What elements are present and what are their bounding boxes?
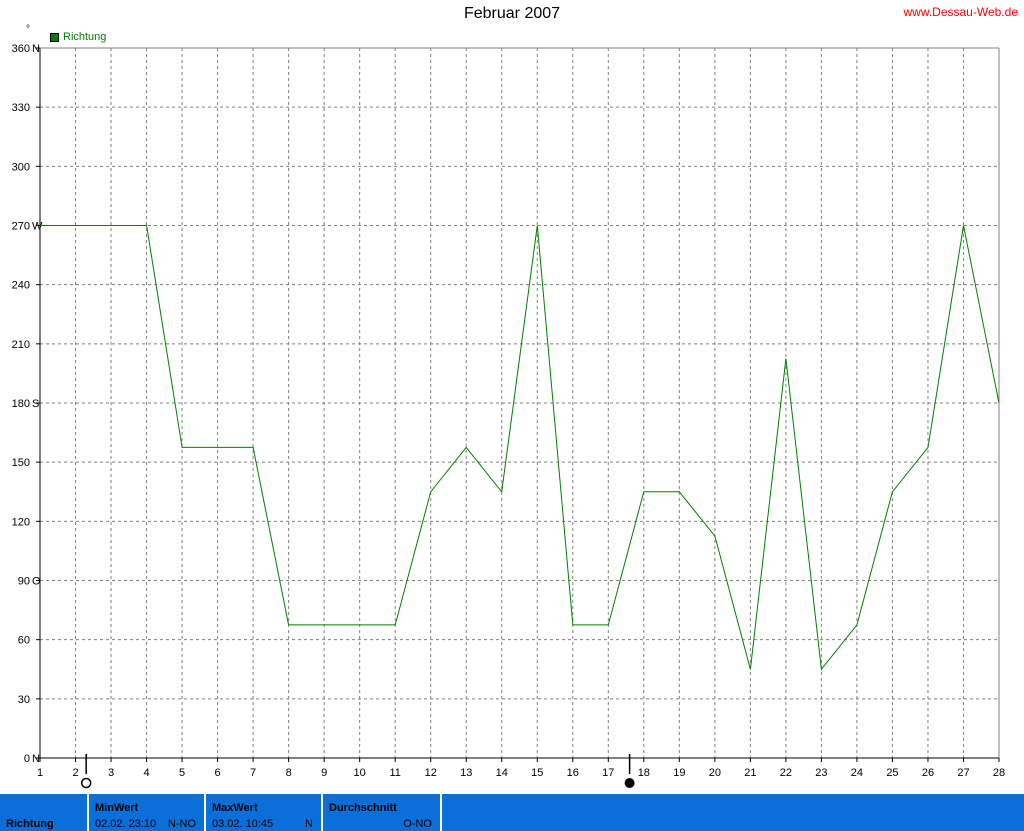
x-tick-label: 20 [709,767,721,779]
stats-series-name: Richtung [6,818,54,830]
x-tick-label: 7 [250,767,256,779]
x-tick-label: 1 [37,767,43,779]
y-tick-label: 300 [12,161,30,173]
x-tick-label: 17 [602,767,614,779]
x-tick-label: 25 [886,767,898,779]
x-tick-label: 15 [531,767,543,779]
stats-max-label: MaxWert [212,802,258,814]
stats-avg-label: Durchschnitt [329,802,397,814]
y-tick-label: 0 [24,753,30,765]
y-tick-direction: W [32,221,43,233]
x-tick-label: 11 [389,767,400,779]
x-tick-label: 10 [354,767,366,779]
y-tick-label: 150 [12,457,30,469]
x-tick-label: 8 [286,767,292,779]
stats-max-cell: MaxWert 03.02. 10:45 N [206,794,323,831]
y-tick-direction: N [32,43,40,55]
x-tick-label: 22 [780,767,792,779]
wind-direction-chart: 0 N306090 O120150180 S210240270 W300330360 N1… [12,43,1005,789]
x-tick-label: 28 [993,767,1005,779]
stats-avg-cell: Durchschnitt O-NO [323,794,442,831]
stats-min-cell: MinWert 02.02. 23:10 N-NO [89,794,206,831]
x-tick-label: 18 [638,767,650,779]
x-tick-label: 6 [215,767,221,779]
stats-min-label: MinWert [95,802,139,814]
x-tick-label: 3 [108,767,114,779]
x-tick-label: 19 [673,767,685,779]
x-tick-label: 21 [744,767,756,779]
x-tick-label: 26 [922,767,934,779]
stats-bar: Richtung MinWert 02.02. 23:10 N-NO MaxWe… [0,794,1024,831]
x-tick-label: 23 [815,767,827,779]
new-moon-icon [624,778,635,788]
stats-max-dir: N [305,818,313,830]
series-line-richtung [40,225,1000,671]
x-tick-label: 2 [72,767,78,779]
stats-min-time: 02.02. 23:10 [95,818,157,830]
y-tick-label: 120 [12,516,30,528]
stats-series-cell: Richtung [0,794,89,831]
x-tick-label: 5 [179,767,185,779]
y-tick-label: 240 [12,280,30,292]
stats-max-time: 03.02. 10:45 [212,818,274,830]
y-tick-label: 330 [12,102,30,114]
y-tick-label: 180 [12,398,30,410]
x-tick-label: 4 [143,767,149,779]
full-moon-icon [80,777,92,789]
y-tick-direction: S [32,398,39,410]
x-tick-label: 13 [460,767,472,779]
x-tick-label: 27 [957,767,969,779]
y-tick-label: 30 [18,694,30,706]
y-tick-label: 360 [12,43,30,55]
y-tick-label: 270 [12,221,30,233]
x-tick-label: 16 [567,767,579,779]
stats-avg-dir: O-NO [403,818,432,830]
y-tick-label: 210 [12,339,30,351]
y-tick-direction: N [32,753,40,765]
x-tick-label: 14 [496,767,508,779]
x-tick-label: 9 [321,767,327,779]
y-tick-label: 90 [18,576,30,588]
stats-min-dir: N-NO [167,818,196,830]
x-tick-label: 24 [851,767,863,779]
y-tick-label: 60 [18,635,30,647]
x-tick-label: 12 [425,767,437,779]
